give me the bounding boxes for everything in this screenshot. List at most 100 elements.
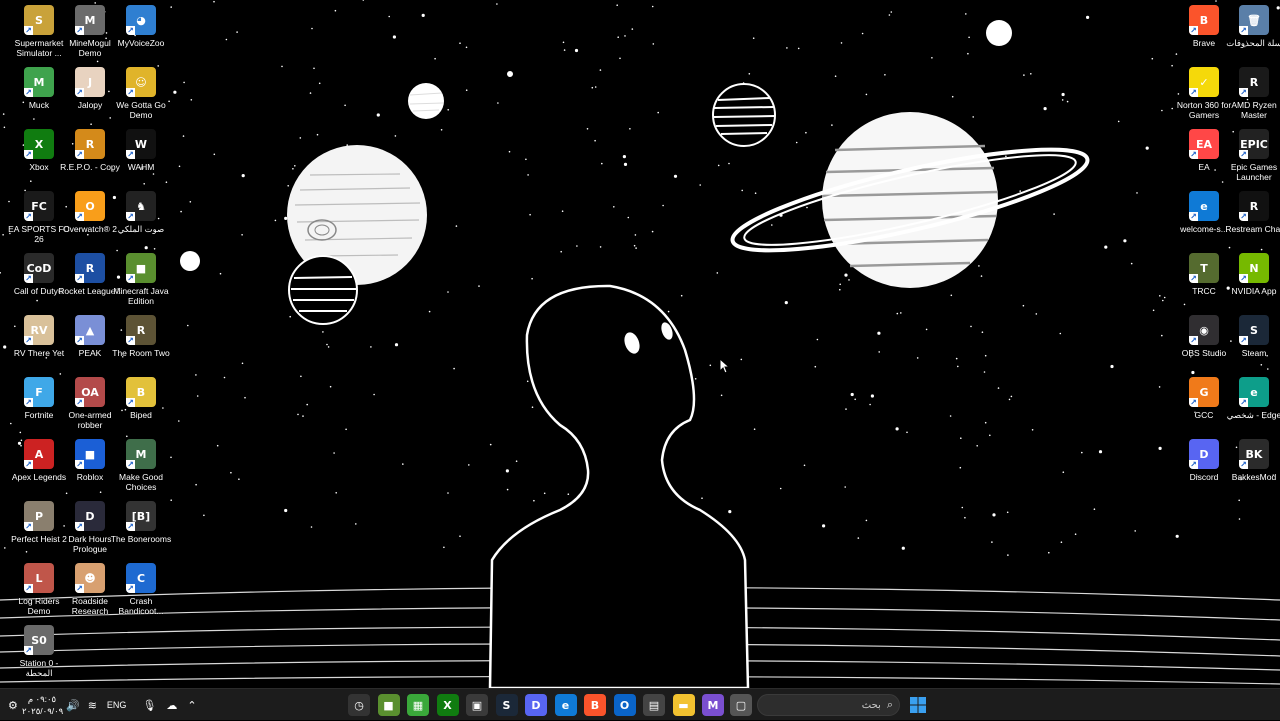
taskbar-clock[interactable]: ٠٩:٠٥ م ٢٠٢٥/٠٩/٠٩: [22, 693, 63, 717]
shortcut-arrow-icon: ↗: [1239, 336, 1248, 345]
star: [968, 36, 970, 39]
taskbar-outlook-icon[interactable]: O: [613, 694, 636, 716]
desktop-shortcut[interactable]: ☺ ↗ We Gotta Go Demo: [114, 67, 168, 120]
taskbar-file-explorer-icon[interactable]: ▬: [672, 694, 695, 716]
star: [955, 357, 958, 360]
desktop-shortcut[interactable]: S ↗ Steam: [1227, 315, 1280, 358]
desktop-shortcut[interactable]: ■ ↗ Minecraft Java Edition: [113, 253, 169, 306]
star: [619, 57, 621, 60]
desktop-shortcut[interactable]: R ↗ The Room Two: [112, 315, 170, 358]
desktop-shortcut[interactable]: M ↗ Make Good Choices: [114, 439, 168, 492]
star: [870, 394, 875, 398]
star: [984, 421, 987, 424]
desktop-shortcut[interactable]: N ↗ NVIDIA App: [1227, 253, 1280, 296]
desktop-shortcut[interactable]: C ↗ Crash Bandicoot...: [114, 563, 168, 616]
shortcut-arrow-icon: ↗: [24, 646, 33, 655]
star: [1117, 120, 1120, 123]
star: [673, 174, 678, 178]
microphone-icon[interactable]: 🎙: [142, 699, 156, 712]
star: [284, 508, 288, 513]
star: [877, 331, 881, 335]
desktop-shortcut[interactable]: [B] ↗ The Bonerooms: [111, 501, 171, 544]
taskbar-creeper-icon[interactable]: ▦: [407, 694, 429, 716]
supermarket-icon: S ↗: [24, 5, 54, 35]
star: [1048, 551, 1050, 554]
star: [1019, 190, 1021, 192]
star: [1162, 299, 1164, 302]
taskbar-steam-icon[interactable]: S: [495, 694, 518, 716]
tray-left: ⚙: [8, 689, 18, 721]
star: [624, 35, 626, 37]
star: [313, 67, 315, 70]
taskbar-edge-icon[interactable]: e: [554, 694, 577, 716]
muck-icon: M ↗: [24, 67, 54, 97]
desktop-shortcut-label: MyVoiceZoo: [117, 38, 165, 48]
desktop-shortcut[interactable]: S0 ↗ Station 0 - المحطة: [12, 625, 66, 678]
desktop-shortcut[interactable]: D ↗ Dark Hours Prologue: [63, 501, 117, 554]
star: [1006, 511, 1009, 514]
star: [786, 47, 788, 49]
star: [631, 28, 634, 30]
shortcut-arrow-icon: ↗: [126, 274, 135, 283]
star: [144, 246, 148, 250]
show-hidden-icons-chevron[interactable]: ⌃: [187, 699, 196, 712]
taskbar-discord-icon[interactable]: D: [525, 694, 547, 716]
star: [931, 57, 933, 59]
taskbar-xbox-icon[interactable]: X: [436, 694, 459, 716]
desktop-shortcut[interactable]: 🗑 ↗ سلة المحذوفات: [1226, 5, 1280, 48]
taskbar-app-icon[interactable]: ▣: [466, 694, 488, 716]
star: [153, 248, 156, 250]
desktop-shortcut-label: WAHM: [127, 162, 155, 172]
star: [1161, 109, 1163, 112]
desktop-shortcut-label: Biped: [130, 410, 152, 420]
star: [1005, 155, 1007, 158]
taskbar-store-icon[interactable]: ▤: [643, 694, 665, 716]
volume-icon[interactable]: 🔊: [66, 699, 80, 712]
desktop-shortcut[interactable]: R ↗ Restream Chat: [1225, 191, 1280, 234]
shortcut-arrow-icon: ↗: [126, 26, 135, 35]
desktop-shortcut[interactable]: B ↗ Biped: [114, 377, 168, 420]
star: [976, 445, 978, 447]
star: [797, 47, 800, 50]
star: [959, 466, 962, 469]
star: [888, 14, 891, 16]
notification-icon[interactable]: ⚙: [8, 699, 18, 712]
desktop-shortcut[interactable]: e ↗ شخصي - Edge: [1227, 377, 1280, 420]
desktop-shortcut[interactable]: M ↗ MineMogul Demo: [63, 5, 117, 58]
trcc-icon: T ↗: [1189, 253, 1219, 283]
taskbar-brave-icon[interactable]: B: [584, 694, 606, 716]
onedrive-icon[interactable]: ☁: [166, 699, 177, 712]
taskbar-search[interactable]: بحث ⌕: [757, 694, 900, 716]
gcc-icon: G ↗: [1189, 377, 1219, 407]
taskbar-window-icon[interactable]: ▢: [730, 694, 752, 716]
start-button[interactable]: [907, 694, 929, 716]
star: [680, 294, 683, 297]
taskbar-minecraft-icon[interactable]: ■: [377, 694, 400, 716]
star: [997, 387, 1000, 389]
desktop-shortcut[interactable]: ♞ ↗ صوت الملكي: [114, 191, 168, 234]
search-placeholder: بحث: [861, 699, 881, 711]
star: [440, 129, 443, 131]
star: [741, 189, 743, 192]
star: [965, 13, 967, 15]
star: [1152, 309, 1155, 312]
star: [890, 11, 893, 13]
desktop-shortcut[interactable]: R ↗ AMD Ryzen Master: [1227, 67, 1280, 120]
desktop-shortcut[interactable]: FC ↗ EA SPORTS FC 26: [8, 191, 70, 244]
star: [960, 437, 962, 440]
language-indicator[interactable]: ENG: [107, 700, 127, 710]
bonerooms-icon: [B] ↗: [126, 501, 156, 531]
desktop-shortcut[interactable]: W ↗ WAHM: [114, 129, 168, 172]
wifi-icon[interactable]: ≋: [88, 699, 97, 712]
shortcut-arrow-icon: ↗: [1239, 88, 1248, 97]
desktop-shortcut[interactable]: EPIC ↗ Epic Games Launcher: [1227, 129, 1280, 182]
desktop-shortcut[interactable]: ◕ ↗ MyVoiceZoo: [114, 5, 168, 48]
star: [421, 13, 425, 17]
taskbar-clock-app-icon[interactable]: ◷: [348, 694, 370, 716]
station-zero-icon: S0 ↗: [24, 625, 54, 655]
desktop-shortcut[interactable]: BK ↗ BakkesMod: [1227, 439, 1280, 482]
desktop-shortcut[interactable]: OA ↗ One-armed robber: [63, 377, 117, 430]
star: [563, 49, 566, 51]
taskbar-m365-icon[interactable]: M: [702, 694, 724, 716]
star: [94, 2, 96, 4]
